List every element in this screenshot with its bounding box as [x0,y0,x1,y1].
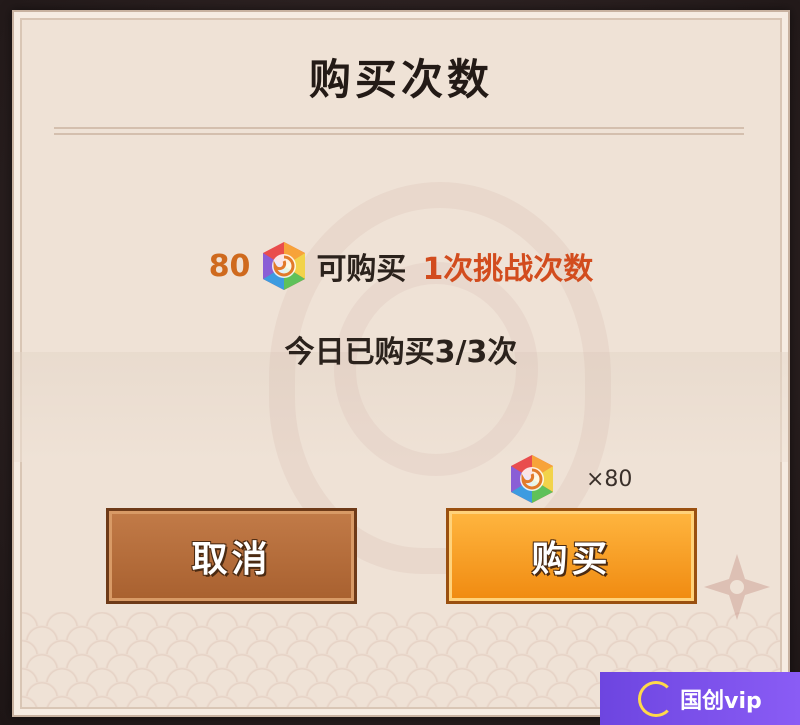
gem-icon [506,453,558,505]
price-tag: ×80 [506,452,632,506]
price-quantity: ×80 [586,466,633,492]
daily-status-text: 今日已购买3/3次 [284,335,518,370]
shuriken-icon [704,554,770,620]
buy-button-label: 购买 [531,538,612,580]
buy-button[interactable]: 购买 [446,508,697,604]
cost-label: 可购买 [316,252,407,287]
title-divider [54,127,744,135]
cost-amount: 80 [208,248,251,284]
gem-icon [258,240,310,292]
cancel-button-label: 取消 [191,538,272,580]
reward-text: 1次挑战次数 [422,252,594,287]
purchase-dialog: 购买次数 80 可购买 1次挑战次数 今日已购买3/3次 ×80 取消 购买 [12,10,790,717]
cost-line: 80 可购买 1次挑战次数 [14,240,788,292]
logo-ring-icon [638,680,675,717]
watermark-label: 国创vip [680,688,762,714]
cancel-button[interactable]: 取消 [106,508,357,604]
dialog-title: 购买次数 [308,54,493,104]
dialog-header: 购买次数 [42,26,760,126]
watermark-logo: 国创vip [600,672,800,725]
daily-purchase-status: 今日已购买3/3次 [14,324,788,374]
